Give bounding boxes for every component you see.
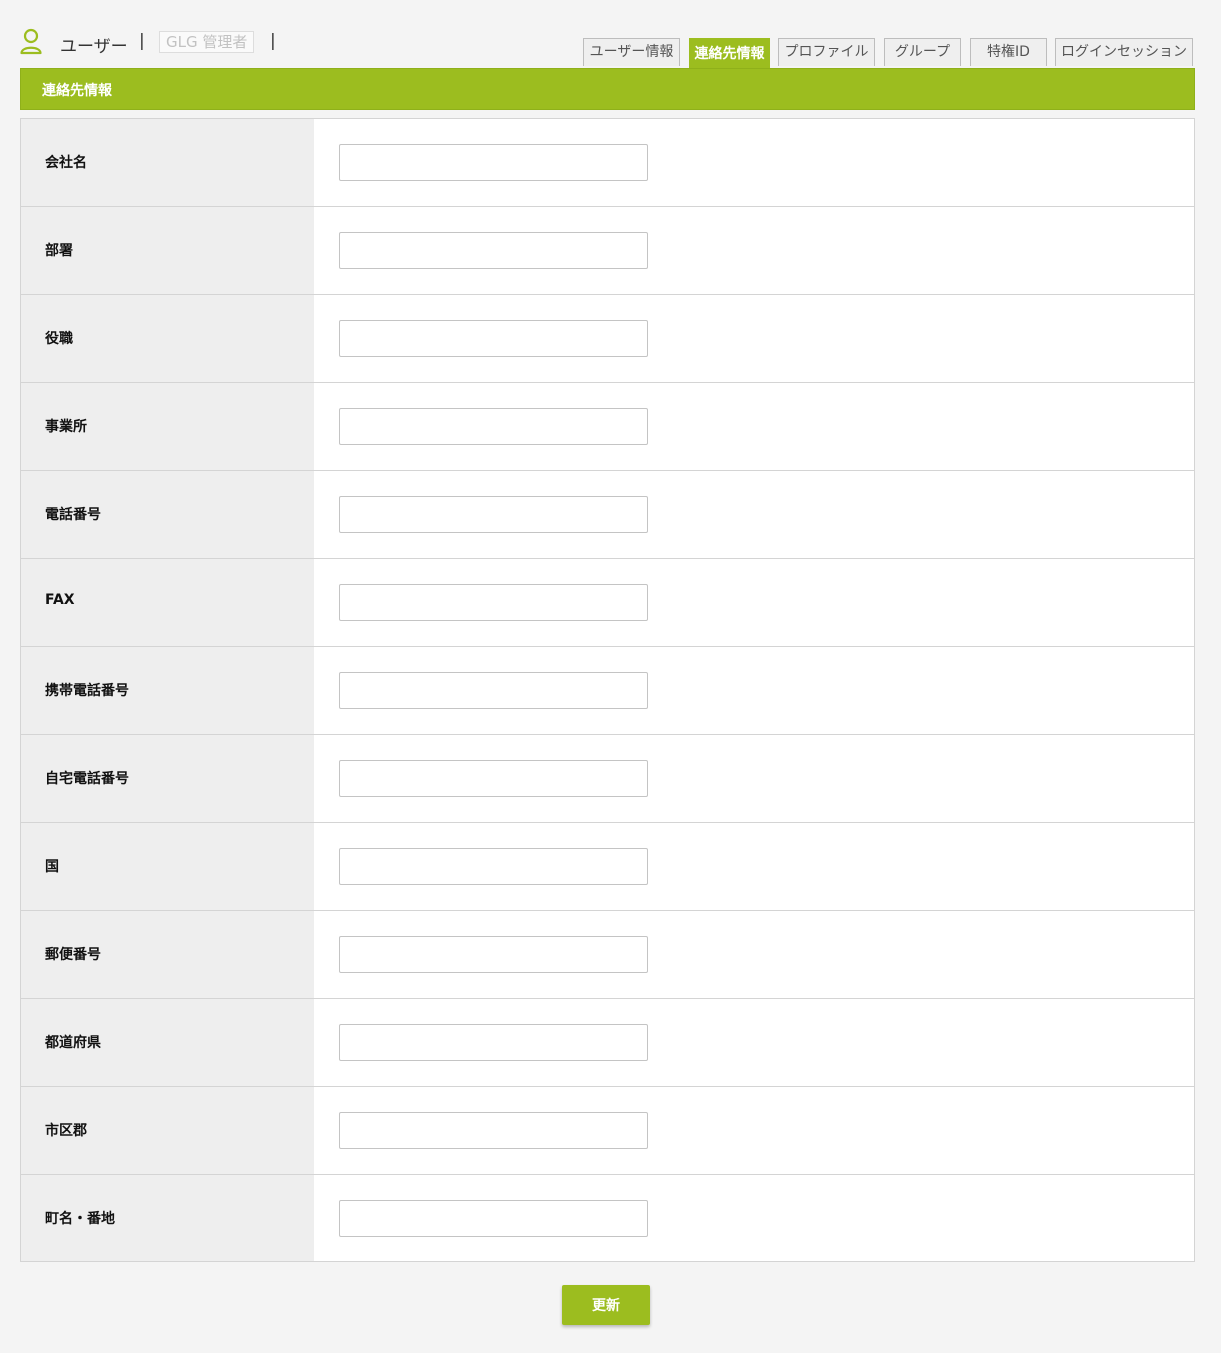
- field-label: 役職: [45, 331, 73, 347]
- field-label-cell: FAX: [21, 559, 314, 646]
- form-row-country: 国: [21, 823, 1194, 911]
- address-input[interactable]: [339, 1200, 648, 1237]
- form-row-mobile: 携帯電話番号: [21, 647, 1194, 735]
- user-name-badge: GLG 管理者: [159, 31, 255, 53]
- field-value-cell: [314, 119, 1194, 206]
- form-row-office: 事業所: [21, 383, 1194, 471]
- form-row-postal-code: 郵便番号: [21, 911, 1194, 999]
- contact-form: 会社名 部署 役職 事業所 電話番号 FAX 携帯電話番号 自宅電話番号 国 郵…: [20, 118, 1195, 1262]
- field-value-cell: [314, 295, 1194, 382]
- field-value-cell: [314, 911, 1194, 998]
- field-label-cell: 役職: [21, 295, 314, 382]
- field-value-cell: [314, 999, 1194, 1086]
- phone-input[interactable]: [339, 496, 648, 533]
- field-value-cell: [314, 559, 1194, 646]
- form-row-phone: 電話番号: [21, 471, 1194, 559]
- field-label-cell: 事業所: [21, 383, 314, 470]
- user-icon: [20, 28, 42, 55]
- form-row-home-phone: 自宅電話番号: [21, 735, 1194, 823]
- update-button[interactable]: 更新: [562, 1285, 650, 1325]
- field-value-cell: [314, 1087, 1194, 1174]
- form-row-prefecture: 都道府県: [21, 999, 1194, 1087]
- form-row-address: 町名・番地: [21, 1175, 1194, 1261]
- department-input[interactable]: [339, 232, 648, 269]
- tab-contact-info[interactable]: 連絡先情報: [689, 38, 770, 68]
- fax-input[interactable]: [339, 584, 648, 621]
- country-input[interactable]: [339, 848, 648, 885]
- field-label-cell: 部署: [21, 207, 314, 294]
- company-input[interactable]: [339, 144, 648, 181]
- field-label: 携帯電話番号: [45, 683, 129, 699]
- form-row-city: 市区郡: [21, 1087, 1194, 1175]
- tab-user-info[interactable]: ユーザー情報: [583, 38, 680, 66]
- tab-group[interactable]: グループ: [884, 38, 961, 66]
- form-row-company: 会社名: [21, 119, 1194, 207]
- field-label: 事業所: [45, 419, 87, 435]
- field-label: 国: [45, 859, 59, 875]
- home-phone-input[interactable]: [339, 760, 648, 797]
- field-value-cell: [314, 1175, 1194, 1261]
- field-value-cell: [314, 823, 1194, 910]
- field-label: 都道府県: [45, 1035, 101, 1051]
- section-title: 連絡先情報: [42, 83, 112, 99]
- mobile-phone-input[interactable]: [339, 672, 648, 709]
- office-input[interactable]: [339, 408, 648, 445]
- field-label: 会社名: [45, 155, 87, 171]
- field-label-cell: 都道府県: [21, 999, 314, 1086]
- field-label-cell: 会社名: [21, 119, 314, 206]
- postal-code-input[interactable]: [339, 936, 648, 973]
- city-input[interactable]: [339, 1112, 648, 1149]
- field-value-cell: [314, 735, 1194, 822]
- form-row-position: 役職: [21, 295, 1194, 383]
- tab-profile[interactable]: プロファイル: [778, 38, 875, 66]
- field-label: 町名・番地: [45, 1211, 115, 1227]
- field-label: 部署: [45, 243, 73, 259]
- form-row-department: 部署: [21, 207, 1194, 295]
- header-separator: |: [270, 31, 276, 51]
- field-label-cell: 自宅電話番号: [21, 735, 314, 822]
- field-value-cell: [314, 647, 1194, 734]
- field-label-cell: 郵便番号: [21, 911, 314, 998]
- tab-login-session[interactable]: ログインセッション: [1055, 38, 1193, 66]
- header-separator: |: [139, 31, 145, 51]
- section-header: 連絡先情報: [20, 68, 1195, 110]
- field-label-cell: 電話番号: [21, 471, 314, 558]
- field-label: 電話番号: [45, 507, 101, 523]
- tab-privileged-id[interactable]: 特権ID: [970, 38, 1047, 66]
- field-label: 市区郡: [45, 1123, 87, 1139]
- field-label: 郵便番号: [45, 947, 101, 963]
- position-input[interactable]: [339, 320, 648, 357]
- field-value-cell: [314, 383, 1194, 470]
- field-label-cell: 市区郡: [21, 1087, 314, 1174]
- form-row-fax: FAX: [21, 559, 1194, 647]
- field-label-cell: 町名・番地: [21, 1175, 314, 1261]
- field-label: 自宅電話番号: [45, 771, 129, 787]
- field-value-cell: [314, 207, 1194, 294]
- field-label-cell: 国: [21, 823, 314, 910]
- field-label: FAX: [45, 592, 75, 608]
- prefecture-input[interactable]: [339, 1024, 648, 1061]
- field-value-cell: [314, 471, 1194, 558]
- field-label-cell: 携帯電話番号: [21, 647, 314, 734]
- page-title: ユーザー: [60, 37, 128, 57]
